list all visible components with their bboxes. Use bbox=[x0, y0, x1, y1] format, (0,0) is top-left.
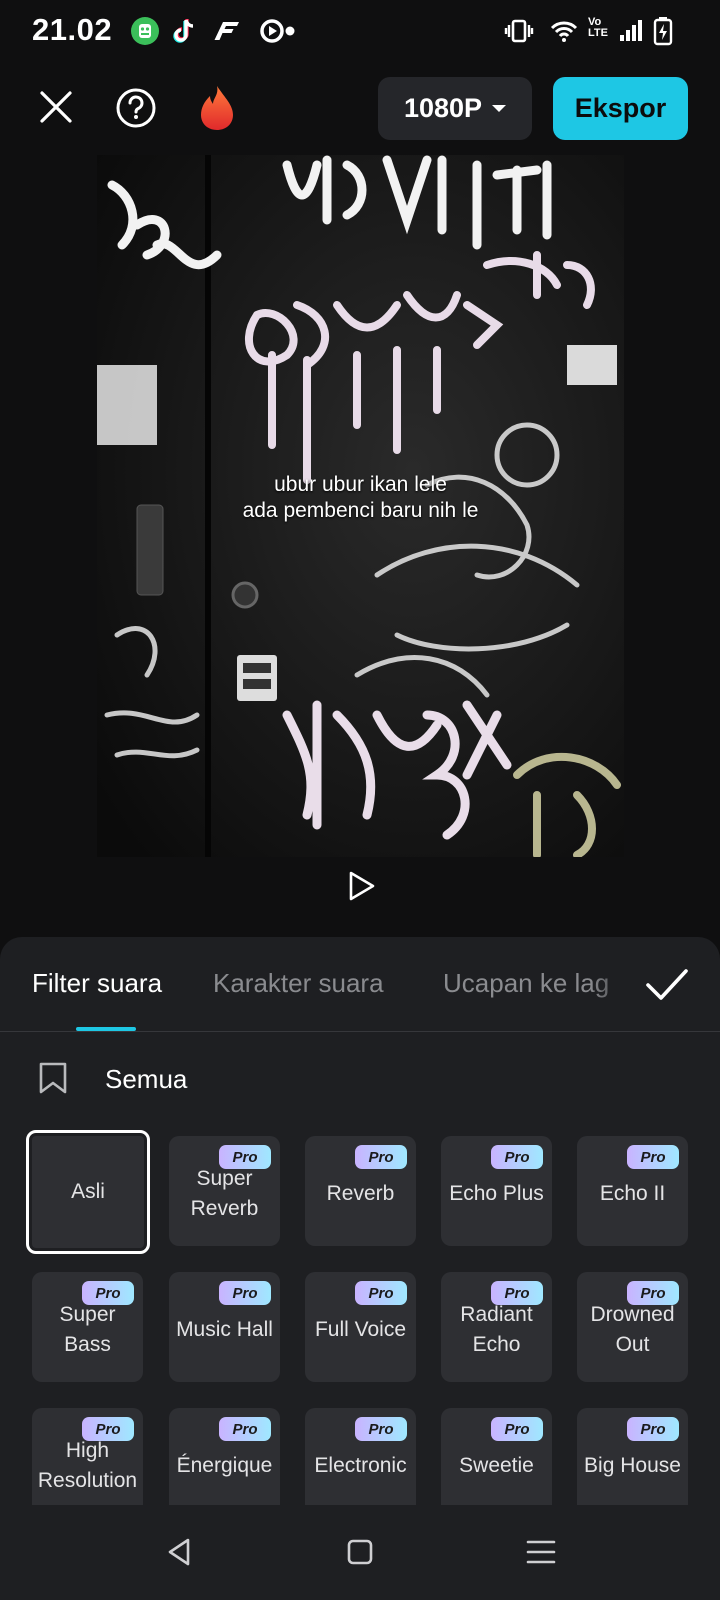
pro-badge: Pro bbox=[82, 1281, 134, 1305]
pro-badge: Pro bbox=[355, 1145, 407, 1169]
effect-label: Electronic bbox=[314, 1454, 407, 1477]
pro-badge: Pro bbox=[219, 1417, 271, 1441]
pro-badge: Pro bbox=[627, 1281, 679, 1305]
pro-badge: Pro bbox=[355, 1417, 407, 1441]
effect-card-big-house[interactable]: Pro Big House bbox=[577, 1408, 688, 1518]
category-semua[interactable]: Semua bbox=[105, 1064, 187, 1095]
pro-badge: Pro bbox=[219, 1145, 271, 1169]
volte-indicator: Vo LTE bbox=[588, 16, 608, 39]
export-button[interactable]: Ekspor bbox=[553, 77, 688, 140]
effect-card-echo-plus[interactable]: Pro Echo Plus bbox=[441, 1136, 552, 1246]
tab-ucapan-ke-lagu[interactable]: Ucapan ke lag bbox=[443, 968, 609, 999]
media-app-icon bbox=[258, 14, 298, 48]
effect-card-super-bass[interactable]: Pro Super Bass bbox=[32, 1272, 143, 1382]
recents-menu-icon[interactable] bbox=[524, 1535, 558, 1569]
confirm-check-icon[interactable] bbox=[644, 962, 690, 1008]
wifi-icon bbox=[547, 14, 581, 48]
effect-label: Super Bass bbox=[59, 1303, 116, 1356]
effect-label: Full Voice bbox=[314, 1318, 407, 1341]
effect-card-echo-ii[interactable]: Pro Echo II bbox=[577, 1136, 688, 1246]
tiktok-icon bbox=[168, 14, 202, 48]
effect-card-super-reverb[interactable]: Pro Super Reverb bbox=[169, 1136, 280, 1246]
pro-badge: Pro bbox=[219, 1281, 271, 1305]
chevron-down-icon bbox=[492, 105, 507, 112]
close-icon[interactable] bbox=[34, 85, 78, 129]
home-icon[interactable] bbox=[343, 1535, 377, 1569]
f-app-icon bbox=[212, 14, 246, 48]
signal-icon bbox=[614, 14, 648, 48]
effect-label: Big House bbox=[584, 1454, 681, 1477]
tabs-divider bbox=[0, 1031, 720, 1032]
effect-card-drowned-out[interactable]: Pro Drowned Out bbox=[577, 1272, 688, 1382]
wechat-style-app-icon bbox=[128, 14, 162, 48]
pro-badge: Pro bbox=[82, 1417, 134, 1441]
effect-label: Echo Plus bbox=[449, 1182, 544, 1205]
caption-line-1: ubur ubur ikan lele bbox=[274, 473, 447, 496]
effect-card-reverb[interactable]: Pro Reverb bbox=[305, 1136, 416, 1246]
effect-label: Reverb bbox=[326, 1182, 395, 1205]
pro-badge: Pro bbox=[627, 1145, 679, 1169]
battery-charging-icon bbox=[646, 14, 680, 48]
help-icon[interactable] bbox=[113, 85, 159, 131]
effect-label: Super Reverb bbox=[190, 1167, 259, 1220]
status-bar: 21.02 Vo LTE bbox=[0, 0, 720, 64]
tab-karakter-suara[interactable]: Karakter suara bbox=[213, 968, 384, 999]
tab-fade-overlay bbox=[590, 958, 640, 1008]
pro-badge: Pro bbox=[491, 1281, 543, 1305]
effect-label: Music Hall bbox=[176, 1318, 273, 1341]
effect-card-asli[interactable]: Asli bbox=[26, 1130, 150, 1254]
bookmark-icon[interactable] bbox=[38, 1062, 68, 1094]
resolution-label: 1080P bbox=[403, 93, 483, 123]
effect-label: Sweetie bbox=[459, 1454, 534, 1477]
effect-label: Echo II bbox=[599, 1182, 666, 1205]
effect-label: Asli bbox=[71, 1180, 105, 1203]
effect-card-energique[interactable]: Pro Énergique bbox=[169, 1408, 280, 1518]
effect-card-music-hall[interactable]: Pro Music Hall bbox=[169, 1272, 280, 1382]
pro-badge: Pro bbox=[491, 1145, 543, 1169]
status-time: 21.02 bbox=[32, 12, 113, 47]
play-icon[interactable] bbox=[345, 870, 377, 902]
effect-card-sweetie[interactable]: Pro Sweetie bbox=[441, 1408, 552, 1518]
effect-card-full-voice[interactable]: Pro Full Voice bbox=[305, 1272, 416, 1382]
caption-line-2: ada pembenci baru nih le bbox=[242, 499, 479, 522]
pro-badge: Pro bbox=[627, 1417, 679, 1441]
effect-card-electronic[interactable]: Pro Electronic bbox=[305, 1408, 416, 1518]
effect-label: High Resolution bbox=[37, 1439, 138, 1492]
pro-badge: Pro bbox=[491, 1417, 543, 1441]
back-icon[interactable] bbox=[162, 1535, 196, 1569]
effect-label: Énergique bbox=[176, 1454, 273, 1477]
video-preview[interactable]: ubur ubur ikan lele ada pembenci baru ni… bbox=[97, 155, 624, 857]
effect-label: Drowned Out bbox=[590, 1303, 675, 1356]
vibrate-icon bbox=[502, 14, 536, 48]
effect-label: Radiant Echo bbox=[460, 1303, 533, 1356]
pro-badge: Pro bbox=[355, 1281, 407, 1305]
resolution-dropdown[interactable]: 1080P bbox=[378, 77, 532, 140]
flame-icon[interactable] bbox=[195, 83, 239, 133]
effect-card-high-resolution[interactable]: Pro High Resolution bbox=[32, 1408, 143, 1518]
effect-card-radiant-echo[interactable]: Pro Radiant Echo bbox=[441, 1272, 552, 1382]
tab-filter-suara[interactable]: Filter suara bbox=[32, 968, 162, 999]
